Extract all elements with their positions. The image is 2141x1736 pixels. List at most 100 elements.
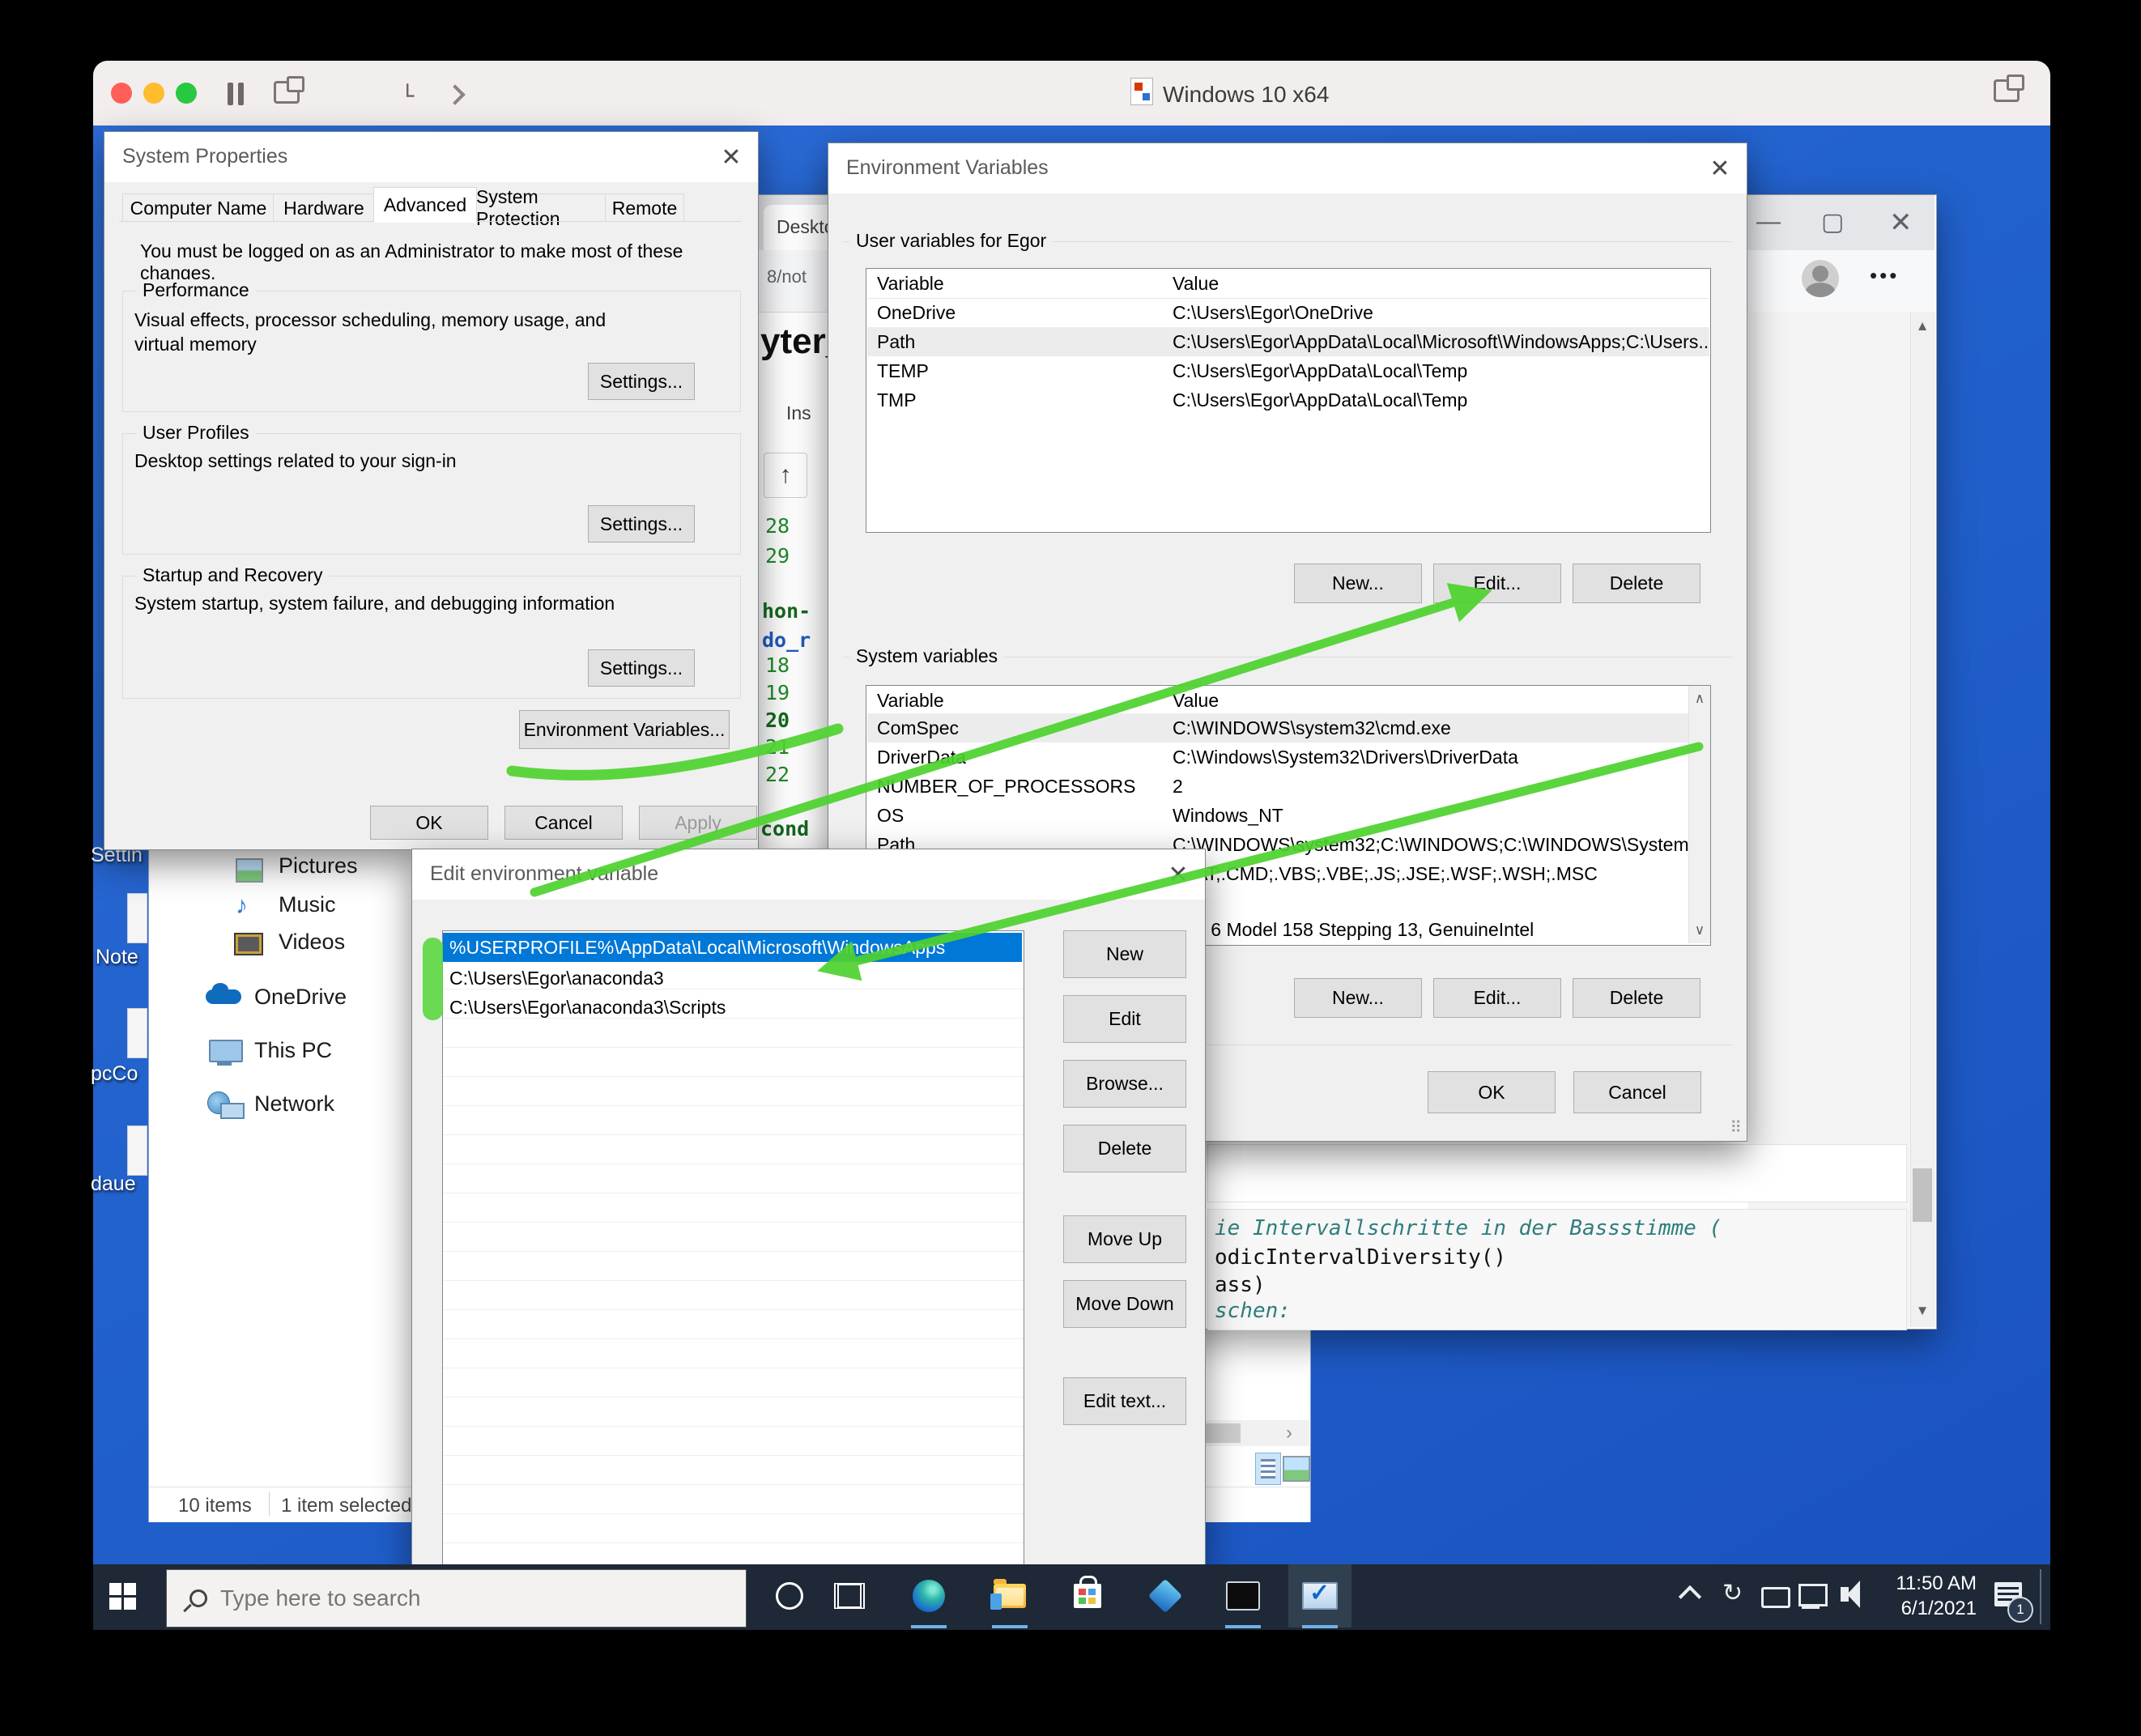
- ok-button[interactable]: OK: [370, 806, 488, 840]
- edge-profile-avatar[interactable]: [1802, 260, 1839, 297]
- value-column-header[interactable]: Value: [1173, 273, 1709, 295]
- edit-text-button[interactable]: Edit text...: [1063, 1377, 1186, 1425]
- power-tray-icon[interactable]: [1761, 1587, 1790, 1608]
- variable-column-header[interactable]: Variable: [867, 273, 1173, 295]
- edge-url-fragment[interactable]: 8/not: [767, 266, 807, 287]
- desktop-icon[interactable]: [127, 1125, 147, 1176]
- user-var-row-selected[interactable]: Path C:\Users\Egor\AppData\Local\Microso…: [867, 327, 1709, 356]
- system-properties-close-icon[interactable]: ✕: [716, 142, 747, 172]
- edge-close-icon[interactable]: ✕: [1889, 206, 1913, 239]
- edit-env-variable-dialog[interactable]: Edit environment variable ✕ %USERPROFILE…: [411, 849, 1206, 1572]
- edge-scroll-up-icon[interactable]: ▲: [1912, 318, 1933, 334]
- variable-column-header[interactable]: Variable: [867, 690, 1173, 712]
- explorer-taskbar-button[interactable]: [981, 1564, 1039, 1628]
- startup-settings-button[interactable]: Settings...: [588, 649, 695, 687]
- resize-grip-icon[interactable]: ⠿: [1730, 1117, 1742, 1138]
- notebook-toolbar-up-button[interactable]: ↑: [764, 453, 807, 498]
- taskbar-clock[interactable]: 11:50 AM 6/1/2021: [1879, 1571, 1977, 1621]
- scroll-down-icon[interactable]: ∨: [1689, 922, 1710, 938]
- system-properties-taskbar-button[interactable]: ✓: [1288, 1564, 1351, 1628]
- user-var-row[interactable]: TEMP C:\Users\Egor\AppData\Local\Temp: [867, 356, 1709, 385]
- edit-env-close-icon[interactable]: ✕: [1163, 859, 1194, 890]
- performance-settings-button[interactable]: Settings...: [588, 363, 695, 400]
- task-view-button[interactable]: [820, 1564, 879, 1628]
- cancel-button[interactable]: Cancel: [504, 806, 623, 840]
- user-vars-header[interactable]: Variable Value: [867, 269, 1709, 299]
- edge-menu-icon[interactable]: •••: [1870, 263, 1899, 288]
- coherence-view-icon[interactable]: [1994, 79, 2020, 102]
- system-var-row[interactable]: DriverData C:\Windows\System32\Drivers\D…: [867, 742, 1689, 772]
- snapshot-icon[interactable]: [274, 81, 300, 104]
- tab-advanced[interactable]: Advanced: [373, 187, 477, 223]
- wrench-config-icon[interactable]: ⌐: [392, 83, 424, 99]
- search-input[interactable]: [219, 1585, 692, 1612]
- path-entry-selected[interactable]: %USERPROFILE%\AppData\Local\Microsoft\Wi…: [443, 933, 1022, 962]
- edge-minimize-icon[interactable]: —: [1756, 208, 1781, 236]
- tab-computer-name[interactable]: Computer Name: [122, 194, 275, 222]
- env-vars-titlebar[interactable]: Environment Variables ✕: [828, 143, 1747, 194]
- path-entry[interactable]: C:\Users\Egor\anaconda3: [449, 965, 664, 991]
- start-button[interactable]: [93, 1564, 151, 1628]
- user-var-row[interactable]: TMP C:\Users\Egor\AppData\Local\Temp: [867, 385, 1709, 415]
- thumbnail-view-toggle[interactable]: [1283, 1456, 1310, 1482]
- path-entries-listbox[interactable]: %USERPROFILE%\AppData\Local\Microsoft\Wi…: [442, 930, 1024, 1572]
- sync-tray-icon[interactable]: ↻: [1722, 1579, 1743, 1607]
- user-profiles-settings-button[interactable]: Settings...: [588, 505, 695, 542]
- user-edit-button[interactable]: Edit...: [1433, 564, 1561, 603]
- pause-vm-icon[interactable]: [228, 83, 233, 105]
- user-var-row[interactable]: OneDrive C:\Users\Egor\OneDrive: [867, 298, 1709, 327]
- desktop-icon[interactable]: [127, 1008, 147, 1058]
- env-ok-button[interactable]: OK: [1428, 1071, 1556, 1113]
- sidebar-item-network[interactable]: Network: [254, 1091, 334, 1117]
- scroll-right-icon[interactable]: ›: [1286, 1422, 1292, 1445]
- edge-scroll-down-icon[interactable]: ▼: [1912, 1303, 1933, 1319]
- notebook-code-cell[interactable]: ie Intervallschritte in der Bassstimme (…: [1207, 1209, 1907, 1330]
- desktop-icon-label[interactable]: Note: [96, 946, 138, 969]
- system-vars-scrollbar[interactable]: ∧ ∨: [1688, 686, 1710, 943]
- user-vars-listview[interactable]: Variable Value OneDrive C:\Users\Egor\On…: [866, 268, 1711, 533]
- mac-minimize-button[interactable]: [143, 83, 164, 104]
- user-new-button[interactable]: New...: [1294, 564, 1422, 603]
- mac-zoom-button[interactable]: [176, 83, 197, 104]
- tab-system-protection[interactable]: System Protection: [475, 194, 607, 222]
- move-up-button[interactable]: Move Up: [1063, 1215, 1186, 1263]
- tray-expand-icon[interactable]: [1679, 1585, 1701, 1608]
- taskbar-search[interactable]: [166, 1569, 747, 1628]
- edit-env-delete-button[interactable]: Delete: [1063, 1125, 1186, 1172]
- user-delete-button[interactable]: Delete: [1573, 564, 1700, 603]
- sidebar-item-this-pc[interactable]: This PC: [254, 1038, 332, 1063]
- notebook-cell[interactable]: [1207, 1144, 1907, 1202]
- details-view-toggle[interactable]: [1255, 1453, 1281, 1485]
- desktop-icon-label[interactable]: daue: [91, 1172, 136, 1196]
- system-new-button[interactable]: New...: [1294, 978, 1422, 1018]
- edit-env-new-button[interactable]: New: [1063, 930, 1186, 978]
- explorer-h-scrollbar-thumb[interactable]: [1202, 1423, 1241, 1443]
- terminal-taskbar-button[interactable]: [1214, 1564, 1272, 1628]
- sidebar-item-onedrive[interactable]: OneDrive: [254, 985, 347, 1010]
- edge-maximize-icon[interactable]: ▢: [1821, 208, 1844, 236]
- desktop-icon-label[interactable]: pcCo: [91, 1062, 138, 1086]
- taskbar[interactable]: ✓ ↻ 11:50 AM 6/1/2021 1: [93, 1564, 2050, 1630]
- store-taskbar-button[interactable]: [1058, 1564, 1117, 1628]
- vm-titlebar[interactable]: [93, 61, 2050, 126]
- edit-env-edit-button[interactable]: Edit: [1063, 995, 1186, 1043]
- system-var-row[interactable]: OS Windows_NT: [867, 801, 1689, 830]
- path-entry[interactable]: C:\Users\Egor\anaconda3\Scripts: [449, 994, 726, 1020]
- system-properties-titlebar[interactable]: System Properties ✕: [104, 132, 758, 182]
- system-edit-button[interactable]: Edit...: [1433, 978, 1561, 1018]
- notebook-menu-fragment[interactable]: Ins: [786, 402, 811, 424]
- system-delete-button[interactable]: Delete: [1573, 978, 1700, 1018]
- move-down-button[interactable]: Move Down: [1063, 1280, 1186, 1328]
- system-var-row-selected[interactable]: ComSpec C:\WINDOWS\system32\cmd.exe: [867, 713, 1689, 742]
- system-var-row[interactable]: NUMBER_OF_PROCESSORS 2: [867, 772, 1689, 801]
- value-column-header[interactable]: Value: [1173, 690, 1689, 712]
- edit-env-titlebar[interactable]: Edit environment variable ✕: [412, 849, 1205, 900]
- show-desktop-divider[interactable]: [2040, 1569, 2041, 1624]
- scroll-up-icon[interactable]: ∧: [1689, 691, 1710, 707]
- system-vars-header[interactable]: Variable Value: [867, 686, 1689, 716]
- env-vars-close-icon[interactable]: ✕: [1705, 153, 1735, 184]
- edit-env-browse-button[interactable]: Browse...: [1063, 1060, 1186, 1108]
- edge-taskbar-button[interactable]: [900, 1564, 958, 1628]
- cortana-button[interactable]: [760, 1564, 819, 1628]
- apply-button[interactable]: Apply: [639, 806, 757, 840]
